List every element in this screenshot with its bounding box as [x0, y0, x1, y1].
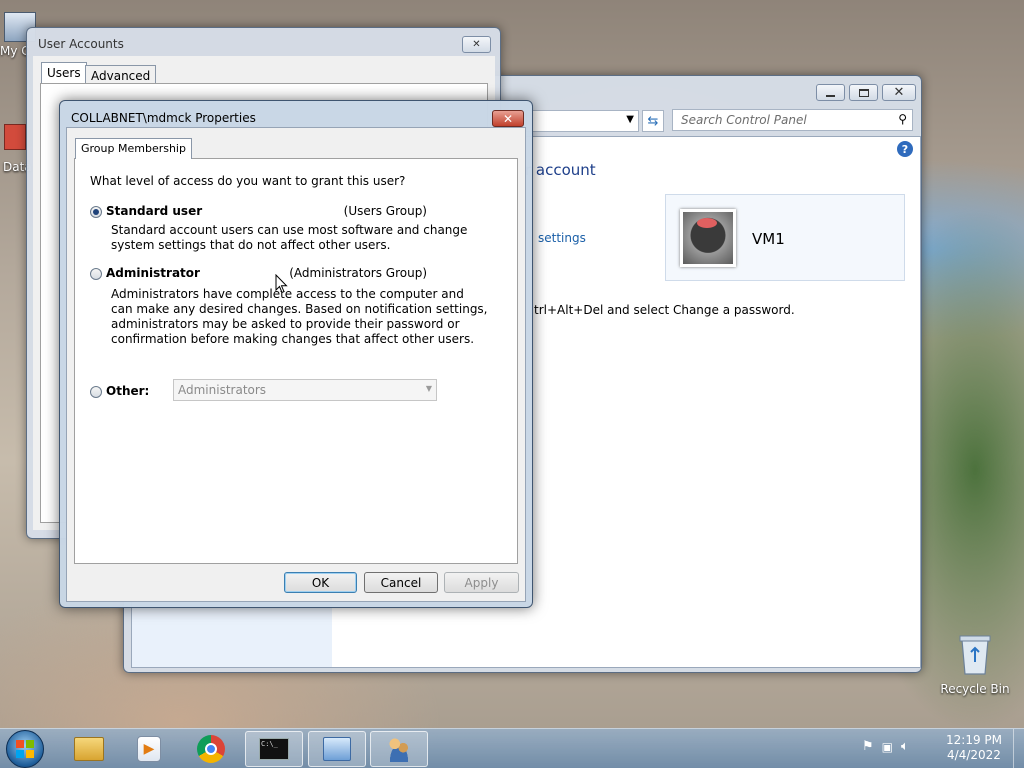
search-input[interactable]: Search Control Panel [681, 113, 807, 127]
window-title: User Accounts [38, 37, 124, 51]
tab-advanced[interactable]: Advanced [85, 65, 157, 85]
administrator-description-line: administrators may be asked to provide t… [111, 317, 460, 331]
taskbar-command-prompt[interactable]: C:\_ [245, 731, 303, 767]
start-orb-icon [16, 740, 34, 758]
command-prompt-icon: C:\_ [259, 738, 289, 760]
tab-users[interactable]: Users [41, 62, 87, 84]
avatar [680, 209, 736, 267]
system-tray: ⚑ ▣ 🔈︎ [862, 739, 909, 754]
taskbar-media-player[interactable]: ▶ [120, 731, 178, 767]
shortcut-icon [4, 124, 26, 150]
standard-user-description-line: Standard account users can use most soft… [111, 223, 468, 237]
chevron-down-icon: ▼ [425, 384, 432, 393]
other-group-select[interactable]: Administrators ▼ [173, 379, 437, 401]
administrator-radio[interactable] [90, 268, 102, 280]
control-panel-icon [323, 737, 351, 761]
standard-user-group: (Users Group) [343, 204, 427, 218]
ok-button[interactable]: OK [284, 572, 357, 593]
help-icon[interactable]: ? [897, 141, 913, 157]
standard-user-radio[interactable] [90, 206, 102, 218]
network-icon[interactable]: ▣ [882, 740, 893, 754]
other-label[interactable]: Other: [106, 384, 149, 398]
standard-user-label[interactable]: Standard user [106, 204, 202, 218]
administrator-label[interactable]: Administrator [106, 266, 200, 280]
dialog-title: COLLABNET\mdmck Properties [71, 111, 256, 125]
standard-user-description-line: system settings that do not affect other… [111, 238, 391, 252]
close-icon: ✕ [502, 111, 514, 126]
maximize-button[interactable] [849, 84, 878, 101]
media-player-icon: ▶ [137, 736, 161, 762]
minimize-button[interactable] [816, 84, 845, 101]
administrator-group: (Administrators Group) [289, 266, 427, 280]
clock-date: 4/4/2022 [947, 748, 1001, 762]
clock-time: 12:19 PM [946, 733, 1002, 747]
show-desktop-button[interactable] [1013, 729, 1024, 768]
address-bar[interactable]: ▼ [526, 110, 639, 132]
chevron-down-icon: ▼ [626, 114, 634, 125]
close-icon: ✕ [472, 39, 481, 50]
administrator-description-line: can make any desired changes. Based on n… [111, 302, 488, 316]
close-icon: ✕ [893, 85, 905, 100]
mouse-cursor-icon [275, 274, 288, 294]
volume-icon[interactable]: 🔈︎ [901, 739, 909, 754]
properties-dialog[interactable]: COLLABNET\mdmck Properties ✕ Group Membe… [59, 100, 533, 608]
taskbar-chrome[interactable] [182, 731, 240, 767]
taskbar-control-panel[interactable] [308, 731, 366, 767]
user-accounts-icon [385, 736, 413, 762]
close-button[interactable]: ✕ [462, 36, 491, 53]
maximize-icon [858, 88, 869, 97]
minimize-icon [826, 94, 835, 97]
turntable-icon [697, 218, 717, 228]
search-icon: ⚲ [898, 112, 907, 126]
access-question: What level of access do you want to gran… [90, 174, 406, 188]
account-name: VM1 [752, 230, 785, 248]
desktop-icon-recycle-bin[interactable]: Recycle Bin [940, 632, 1010, 696]
desktop-icon-label: Recycle Bin [940, 682, 1010, 696]
close-button[interactable]: ✕ [882, 84, 916, 101]
dialog-body: Group Membership What level of access do… [66, 127, 526, 602]
refresh-icon: ⇆ [647, 113, 659, 129]
administrator-description-line: confirmation before making changes that … [111, 332, 475, 346]
other-radio[interactable] [90, 386, 102, 398]
search-box[interactable]: Search Control Panel ⚲ [672, 109, 913, 131]
file-explorer-icon [74, 737, 104, 761]
account-card[interactable]: VM1 [665, 194, 905, 281]
close-button[interactable]: ✕ [492, 110, 524, 127]
taskbar-explorer[interactable] [60, 731, 118, 767]
refresh-button[interactable]: ⇆ [642, 110, 664, 132]
settings-link[interactable]: settings [538, 231, 586, 245]
taskbar: ▶ C:\_ ⚑ ▣ 🔈︎ 12:19 PM 4/4/2022 [0, 728, 1024, 768]
chrome-icon [197, 735, 225, 763]
recycle-bin-icon [959, 635, 991, 675]
clock[interactable]: 12:19 PM 4/4/2022 [940, 733, 1008, 763]
cancel-button[interactable]: Cancel [364, 572, 438, 593]
page-heading: r account [525, 161, 596, 179]
other-group-value: Administrators [178, 383, 267, 397]
password-hint: trl+Alt+Del and select Change a password… [534, 303, 795, 317]
tab-group-membership[interactable]: Group Membership [75, 138, 192, 159]
taskbar-user-accounts[interactable] [370, 731, 428, 767]
apply-button[interactable]: Apply [444, 572, 519, 593]
action-center-flag-icon[interactable]: ⚑ [862, 739, 874, 754]
start-button[interactable] [6, 730, 44, 768]
group-membership-pane: What level of access do you want to gran… [74, 158, 518, 564]
